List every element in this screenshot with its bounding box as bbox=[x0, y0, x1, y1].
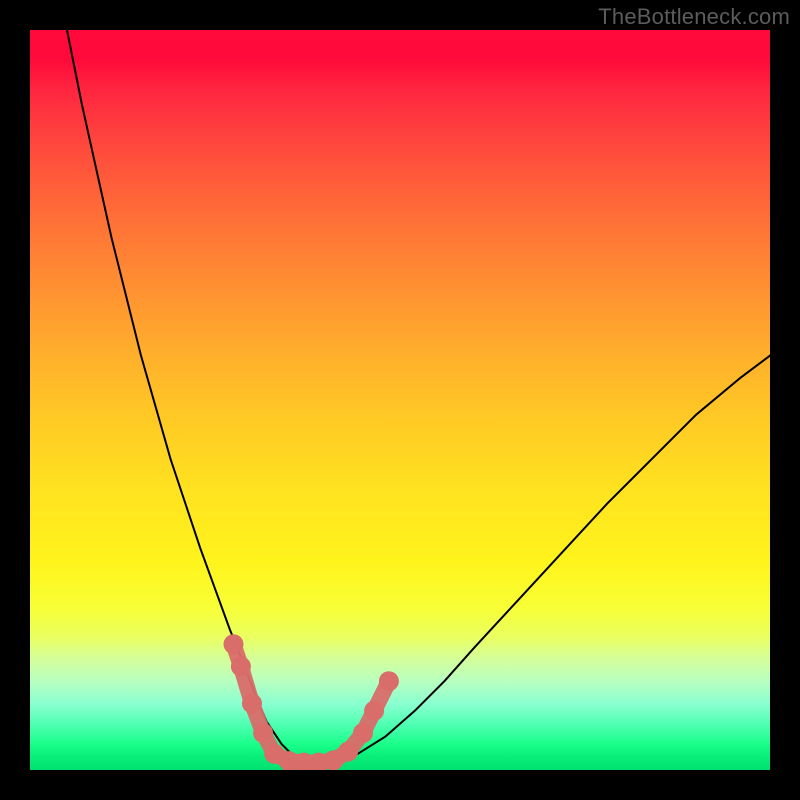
highlight-bead bbox=[231, 656, 251, 676]
highlight-bead bbox=[242, 693, 262, 713]
highlight-bead bbox=[253, 723, 273, 743]
watermark-text: TheBottleneck.com bbox=[598, 4, 790, 30]
highlight-bead bbox=[224, 634, 244, 654]
chart-frame: TheBottleneck.com bbox=[0, 0, 800, 800]
highlight-bead bbox=[364, 701, 384, 721]
highlight-bead bbox=[353, 723, 373, 743]
highlight-bead bbox=[379, 671, 399, 691]
plot-area bbox=[30, 30, 770, 770]
bottleneck-curve bbox=[67, 30, 770, 766]
curve-layer bbox=[30, 30, 770, 770]
highlight-bead bbox=[338, 742, 358, 762]
